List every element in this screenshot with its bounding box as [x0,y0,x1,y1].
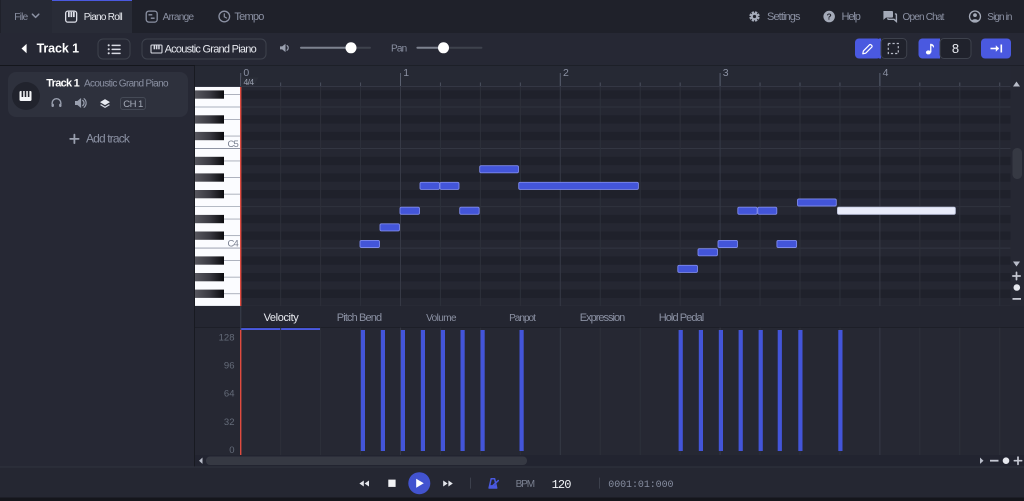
svg-text:BPM: BPM [516,479,535,490]
svg-text:4: 4 [883,67,889,79]
svg-text:64: 64 [224,389,235,400]
svg-text:96: 96 [224,360,235,371]
svg-text:Add track: Add track [86,132,131,146]
svg-text:Open Chat: Open Chat [903,12,945,23]
svg-text:128: 128 [219,332,235,343]
svg-text:Hold Pedal: Hold Pedal [659,312,704,324]
svg-text:Panpot: Panpot [509,313,536,324]
svg-text:Settings: Settings [767,11,801,23]
svg-text:Arrange: Arrange [163,12,195,23]
svg-text:C5: C5 [227,139,238,150]
svg-text:0: 0 [229,445,234,456]
svg-text:Acoustic Grand Piano: Acoustic Grand Piano [165,43,257,55]
svg-text:32: 32 [224,417,235,428]
svg-text:Track 1: Track 1 [37,41,79,55]
svg-text:120: 120 [552,478,572,492]
svg-text:4/4: 4/4 [244,77,255,87]
svg-text:Help: Help [842,11,861,23]
svg-text:Acoustic Grand Piano: Acoustic Grand Piano [84,78,169,89]
svg-text:Piano Roll: Piano Roll [84,12,123,23]
svg-text:Pan: Pan [391,44,407,55]
svg-text:Volume: Volume [426,313,457,324]
svg-text:C4: C4 [227,239,238,250]
svg-text:?: ? [827,12,832,22]
svg-text:Velocity: Velocity [264,312,300,324]
svg-text:Sign in: Sign in [987,12,1012,23]
svg-text:Track 1: Track 1 [46,78,79,90]
svg-text:1: 1 [403,67,409,79]
svg-text:CH 1: CH 1 [123,99,143,110]
svg-text:File: File [14,12,28,23]
svg-text:0001:01:000: 0001:01:000 [608,480,673,491]
svg-text:Expression: Expression [580,312,625,324]
svg-text:2: 2 [563,67,569,79]
svg-text:8: 8 [952,41,959,56]
svg-text:Pitch Bend: Pitch Bend [337,312,382,324]
svg-text:Tempo: Tempo [234,11,264,23]
svg-text:3: 3 [723,67,729,79]
